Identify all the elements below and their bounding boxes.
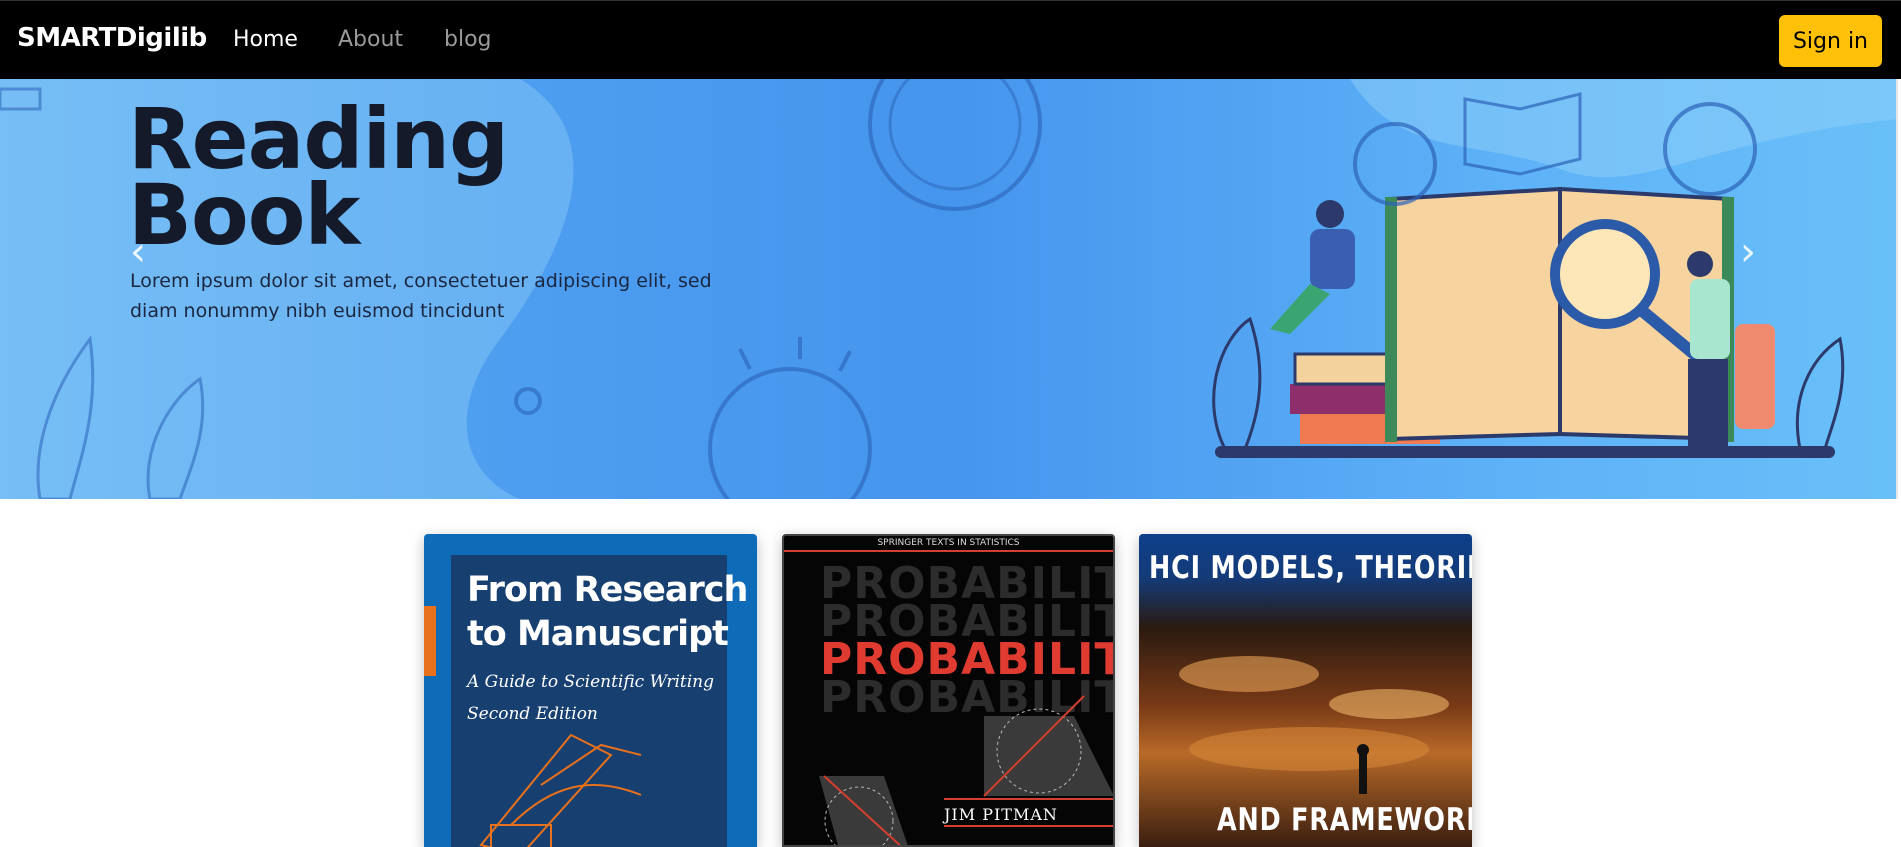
hero-subtitle-line1: Lorem ipsum dolor sit amet, consectetuer… [130, 270, 712, 292]
book-card[interactable]: HCI MODELS, THEORIES AND FRAMEWORKS [1139, 534, 1472, 847]
cover-accent-bar [424, 606, 436, 676]
hero-subtitle: Lorem ipsum dolor sit amet, consectetuer… [130, 266, 770, 326]
book-title: HCI MODELS, THEORIES [1149, 550, 1472, 586]
book-title: From Research to Manuscript [467, 568, 748, 656]
hero-title: Reading Book [128, 97, 509, 264]
book-title-line1: From Research [467, 570, 748, 610]
sign-in-button[interactable]: Sign in [1779, 15, 1882, 67]
book-title-line2: to Manuscript [467, 614, 729, 654]
book-subtitle: A Guide to Scientific Writing Second Edi… [467, 666, 714, 730]
nav-link-blog[interactable]: blog [444, 27, 492, 52]
navbar: SMARTDigilib Home About blog Sign in [0, 0, 1901, 79]
hero-title-line2: Book [128, 166, 360, 264]
book-subtitle-line1: A Guide to Scientific Writing [467, 672, 714, 692]
book-subtitle-line2: Second Edition [467, 704, 598, 724]
chevron-left-icon[interactable]: ‹ [130, 229, 146, 275]
brand-logo[interactable]: SMARTDigilib [17, 23, 207, 53]
chevron-right-icon[interactable]: › [1740, 229, 1756, 275]
book-title-bottom: AND FRAMEWORKS [1217, 802, 1472, 838]
book-author: JIM PITMAN [944, 805, 1058, 824]
cover-geometry [819, 695, 1113, 845]
nav-link-home[interactable]: Home [233, 27, 298, 52]
hero-carousel: Reading Book Lorem ipsum dolor sit amet,… [0, 79, 1898, 499]
hero-subtitle-line2: diam nonummy nibh euismod tincidunt [130, 300, 505, 322]
book-card[interactable]: From Research to Manuscript A Guide to S… [424, 534, 757, 847]
book-card[interactable]: SPRINGER TEXTS IN STATISTICS PROBABILITY… [782, 534, 1115, 847]
nav-link-about[interactable]: About [338, 27, 403, 52]
